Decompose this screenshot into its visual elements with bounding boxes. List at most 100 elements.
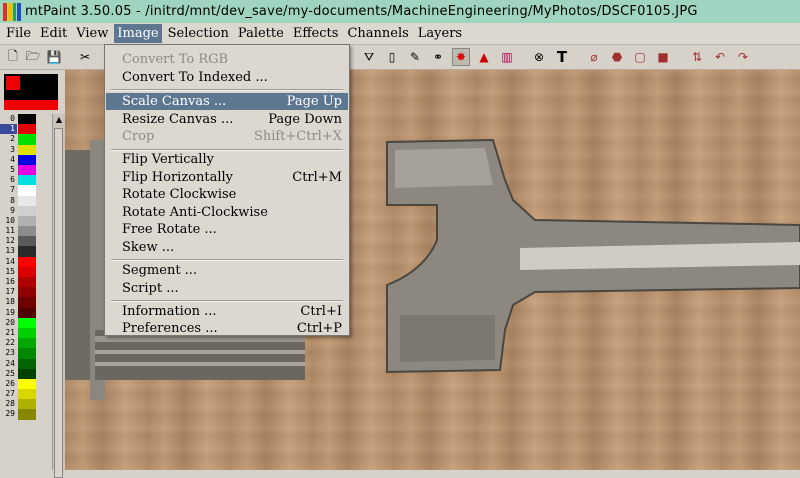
menu-item-segment[interactable]: Segment ...	[106, 262, 348, 279]
palette-entry[interactable]: 18	[0, 297, 52, 308]
palette-entry[interactable]: 2	[0, 134, 52, 145]
palette-entry[interactable]: 19	[0, 307, 52, 318]
palette-entry[interactable]: 6	[0, 175, 52, 186]
palette-color-swatch[interactable]	[18, 338, 36, 349]
palette-color-swatch[interactable]	[18, 164, 36, 176]
menu-item-free-rotate[interactable]: Free Rotate ...	[106, 221, 348, 238]
palette-entry[interactable]: 28	[0, 399, 52, 410]
menu-item-script[interactable]: Script ...	[106, 280, 348, 297]
line-icon[interactable]: ▯	[383, 48, 401, 66]
menu-edit[interactable]: Edit	[37, 24, 70, 43]
palette-entry[interactable]: 29	[0, 409, 52, 420]
menu-item-rotate-anticlockwise[interactable]: Rotate Anti-Clockwise	[106, 204, 348, 221]
palette-entry[interactable]: 13	[0, 246, 52, 257]
palette-color-swatch[interactable]	[18, 409, 36, 420]
smudge-icon[interactable]: ✎	[406, 48, 424, 66]
palette-entry[interactable]: 21	[0, 327, 52, 339]
menu-item-convert-rgb[interactable]: Convert To RGB	[106, 51, 348, 68]
polygon-icon[interactable]: ⬣	[608, 48, 626, 66]
menu-palette[interactable]: Palette	[235, 24, 287, 43]
menu-item-flip-vertically[interactable]: Flip Vertically	[106, 151, 348, 168]
palette-color-swatch[interactable]	[18, 175, 36, 186]
menu-item-flip-horizontally[interactable]: Flip Horizontally Ctrl+M	[106, 169, 348, 186]
scroll-up-icon[interactable]: ▲	[53, 114, 65, 126]
scroll-thumb[interactable]	[54, 128, 63, 478]
palette-entry[interactable]: 12	[0, 236, 52, 247]
palette-color-swatch[interactable]	[18, 195, 36, 206]
palette-entry[interactable]: 14	[0, 256, 52, 267]
palette-color-swatch[interactable]	[18, 185, 36, 196]
palette-entry[interactable]: 24	[0, 358, 52, 369]
palette-color-swatch[interactable]	[18, 226, 36, 237]
menu-channels[interactable]: Channels	[344, 24, 411, 43]
menu-item-information[interactable]: Information ... Ctrl+I	[106, 303, 348, 320]
palette-color-swatch[interactable]	[18, 277, 36, 288]
clone-icon[interactable]: ⚭	[429, 48, 447, 66]
palette-color-swatch[interactable]	[18, 307, 36, 318]
palette-entry[interactable]: 7	[0, 185, 52, 196]
palette-color-swatch[interactable]	[18, 389, 36, 400]
redo-icon[interactable]: ↷	[734, 48, 752, 66]
flip-icon[interactable]: ⇅	[688, 48, 706, 66]
foreground-color[interactable]	[6, 76, 20, 90]
palette-entry[interactable]: 23	[0, 348, 52, 359]
palette-scrollbar[interactable]: ▲	[52, 114, 65, 478]
palette-color-swatch[interactable]	[18, 317, 36, 328]
palette-color-swatch[interactable]	[18, 215, 36, 227]
palette-color-swatch[interactable]	[18, 348, 36, 359]
save-icon[interactable]: 💾	[45, 48, 63, 66]
palette-color-swatch[interactable]	[18, 154, 36, 165]
menu-item-resize-canvas[interactable]: Resize Canvas ... Page Down	[106, 111, 348, 128]
palette-entry[interactable]: 11	[0, 226, 52, 237]
color-swatch-ab[interactable]	[4, 74, 58, 110]
background-color[interactable]	[4, 100, 58, 110]
menu-item-rotate-clockwise[interactable]: Rotate Clockwise	[106, 186, 348, 203]
palette-color-swatch[interactable]	[18, 368, 36, 379]
palette-entry[interactable]: 25	[0, 368, 52, 379]
new-icon[interactable]: 🗋	[4, 48, 22, 66]
lasso-icon[interactable]: ⌀	[585, 48, 603, 66]
select-rect-icon[interactable]: ✸	[452, 48, 470, 66]
pattern-icon[interactable]: ⊗	[530, 48, 548, 66]
menu-item-preferences[interactable]: Preferences ... Ctrl+P	[106, 320, 348, 337]
rect-icon[interactable]: ▢	[631, 48, 649, 66]
menu-layers[interactable]: Layers	[415, 24, 465, 43]
palette-color-swatch[interactable]	[18, 134, 36, 145]
palette-color-swatch[interactable]	[18, 287, 36, 298]
palette-entry[interactable]: 3	[0, 144, 52, 155]
palette-entry[interactable]: 10	[0, 215, 52, 227]
ellipse-icon[interactable]: ■	[654, 48, 672, 66]
palette-color-swatch[interactable]	[18, 246, 36, 257]
palette-entry[interactable]: 1	[0, 124, 52, 135]
fill-icon[interactable]: ⛛	[360, 48, 378, 66]
palette-color-swatch[interactable]	[18, 256, 36, 267]
undo-icon[interactable]: ↶	[711, 48, 729, 66]
menu-file[interactable]: File	[3, 24, 34, 43]
menu-selection[interactable]: Selection	[165, 24, 232, 43]
menu-item-crop[interactable]: Crop Shift+Ctrl+X	[106, 128, 348, 145]
palette-entry[interactable]: 22	[0, 338, 52, 349]
palette-entry[interactable]: 0	[0, 114, 52, 125]
palette-color-swatch[interactable]	[18, 327, 36, 339]
palette-color-swatch[interactable]	[18, 114, 36, 125]
menu-effects[interactable]: Effects	[290, 24, 342, 43]
menu-view[interactable]: View	[73, 24, 111, 43]
menu-image[interactable]: Image	[114, 24, 162, 43]
palette-entry[interactable]: 17	[0, 287, 52, 298]
palette-entry[interactable]: 15	[0, 266, 52, 277]
palette-entry[interactable]: 4	[0, 154, 52, 165]
palette-color-swatch[interactable]	[18, 358, 36, 369]
paint-icon[interactable]: ▲	[475, 48, 493, 66]
palette-color-swatch[interactable]	[18, 205, 36, 216]
palette-color-swatch[interactable]	[18, 236, 36, 247]
palette-color-swatch[interactable]	[18, 399, 36, 410]
menu-item-convert-indexed[interactable]: Convert To Indexed ...	[106, 69, 348, 86]
gradient-icon[interactable]: ▥	[498, 48, 516, 66]
palette-entry[interactable]: 8	[0, 195, 52, 206]
menu-item-scale-canvas[interactable]: Scale Canvas ... Page Up	[106, 93, 348, 110]
palette-color-swatch[interactable]	[18, 124, 36, 135]
palette-entry[interactable]: 27	[0, 389, 52, 400]
palette-entry[interactable]: 20	[0, 317, 52, 328]
text-icon[interactable]: T	[553, 48, 571, 66]
cut-icon[interactable]: ✂	[76, 48, 94, 66]
